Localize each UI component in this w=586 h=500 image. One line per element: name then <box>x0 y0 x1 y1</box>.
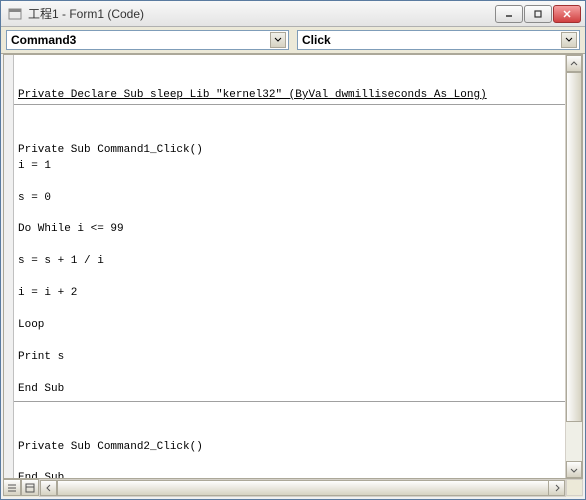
scroll-right-button[interactable] <box>548 480 565 496</box>
procedure-dropdown-value: Click <box>302 33 561 47</box>
titlebar[interactable]: 工程1 - Form1 (Code) <box>1 1 585 27</box>
scroll-left-button[interactable] <box>40 480 57 496</box>
close-button[interactable] <box>553 5 581 23</box>
scroll-track[interactable] <box>566 72 582 461</box>
object-dropdown-value: Command3 <box>11 33 270 47</box>
window-title: 工程1 - Form1 (Code) <box>28 5 495 22</box>
scroll-thumb[interactable] <box>566 72 582 422</box>
procedure-command1: Private Sub Command1_Click() i = 1 s = 0… <box>14 137 565 402</box>
vertical-scrollbar[interactable] <box>565 55 582 478</box>
form-icon <box>7 6 23 22</box>
procedure-dropdown[interactable]: Click <box>297 30 580 50</box>
object-dropdown[interactable]: Command3 <box>6 30 289 50</box>
code-editor[interactable]: Private Declare Sub sleep Lib "kernel32"… <box>14 55 565 478</box>
window-buttons <box>495 5 581 23</box>
chevron-down-icon <box>561 32 577 48</box>
procedure-view-button[interactable] <box>3 479 21 496</box>
dropdown-row: Command3 Click <box>1 27 585 54</box>
chevron-down-icon <box>270 32 286 48</box>
code-window: 工程1 - Form1 (Code) Command3 Click <box>0 0 586 500</box>
procedure-command2: Private Sub Command2_Click() End Sub <box>14 434 565 478</box>
scrollbar-corner <box>566 479 583 496</box>
hscroll-thumb[interactable] <box>57 480 556 496</box>
scroll-down-button[interactable] <box>566 461 582 478</box>
code-area: Private Declare Sub sleep Lib "kernel32"… <box>3 54 583 479</box>
full-module-view-button[interactable] <box>21 479 39 496</box>
minimize-button[interactable] <box>495 5 523 23</box>
maximize-button[interactable] <box>524 5 552 23</box>
margin-indicator-bar[interactable] <box>4 55 14 478</box>
declaration-line: Private Declare Sub sleep Lib "kernel32"… <box>14 87 565 105</box>
scroll-up-button[interactable] <box>566 55 582 72</box>
bottom-bar <box>3 479 583 497</box>
horizontal-scrollbar[interactable] <box>39 479 566 497</box>
